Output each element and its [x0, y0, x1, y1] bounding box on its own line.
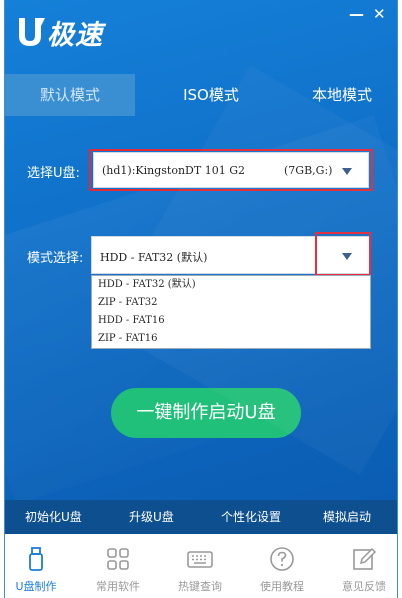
upgrade-usb-link[interactable]: 升级U盘 — [129, 500, 174, 534]
nav-hotkey-lookup[interactable]: 热键查询 — [165, 534, 235, 598]
tab-default-mode[interactable]: 默认模式 — [5, 74, 135, 116]
personalize-link[interactable]: 个性化设置 — [221, 500, 281, 534]
mode-dropdown-arrow-icon[interactable] — [342, 253, 352, 260]
keyboard-icon — [187, 551, 213, 568]
feedback-edit-icon — [353, 547, 377, 570]
u-logo-icon — [19, 18, 45, 46]
mode-option[interactable]: ZIP - FAT16 — [92, 330, 370, 348]
mode-option[interactable]: HDD - FAT16 — [92, 312, 370, 330]
tab-local-mode[interactable]: 本地模式 — [287, 74, 397, 116]
nav-label: 意见反馈 — [342, 580, 386, 593]
simulate-boot-link[interactable]: 模拟启动 — [323, 500, 371, 534]
usb-device-size: (7GB,G:) — [284, 164, 333, 177]
usb-select[interactable]: (hd1):KingstonDT 101 G2 (7GB,G:) — [93, 152, 369, 188]
mode-select[interactable]: HDD - FAT32 (默认) — [91, 236, 371, 274]
nav-common-software[interactable]: 常用软件 — [83, 534, 153, 598]
mode-arrow-highlight-box — [315, 232, 371, 276]
help-icon — [270, 547, 294, 571]
nav-label: 使用教程 — [260, 580, 304, 593]
mode-selected-value: HDD - FAT32 (默认) — [100, 251, 208, 264]
bottom-nav: U盘制作 常用软件 热键查询 使用教程 意见反馈 — [5, 534, 397, 598]
usb-select-label: 选择U盘: — [27, 166, 80, 181]
nav-tutorial[interactable]: 使用教程 — [247, 534, 317, 598]
mode-option[interactable]: HDD - FAT32 (默认) — [92, 276, 370, 294]
app-window: 极速 — ✕ 默认模式 ISO模式 本地模式 选择U盘: (hd1):Kings… — [4, 0, 398, 598]
mode-select-label: 模式选择: — [27, 251, 84, 266]
apps-grid-icon — [107, 548, 129, 570]
logo-text: 极速 — [47, 19, 103, 51]
nav-usb-make[interactable]: U盘制作 — [1, 534, 71, 598]
make-boot-usb-button[interactable]: 一键制作启动U盘 — [111, 388, 301, 438]
close-button[interactable]: ✕ — [373, 6, 386, 22]
usb-dropdown-arrow-icon[interactable] — [342, 168, 352, 175]
tab-iso-mode[interactable]: ISO模式 — [161, 74, 261, 116]
usb-device-name: (hd1):KingstonDT 101 G2 — [102, 164, 245, 177]
usb-drive-icon — [29, 547, 43, 571]
init-usb-link[interactable]: 初始化U盘 — [25, 500, 82, 534]
nav-feedback[interactable]: 意见反馈 — [329, 534, 399, 598]
mode-dropdown-list: HDD - FAT32 (默认) ZIP - FAT32 HDD - FAT16… — [91, 275, 371, 349]
nav-label: 常用软件 — [96, 580, 140, 593]
tools-bar: 初始化U盘 升级U盘 个性化设置 模拟启动 — [5, 500, 397, 534]
main-panel: 极速 — ✕ 默认模式 ISO模式 本地模式 选择U盘: (hd1):Kings… — [5, 0, 397, 534]
mode-option[interactable]: ZIP - FAT32 — [92, 294, 370, 312]
nav-label: 热键查询 — [178, 580, 222, 593]
app-logo: 极速 — [15, 14, 103, 51]
mode-tabs: 默认模式 ISO模式 本地模式 — [5, 74, 397, 116]
minimize-button[interactable]: — — [349, 6, 364, 22]
nav-label: U盘制作 — [15, 580, 57, 593]
